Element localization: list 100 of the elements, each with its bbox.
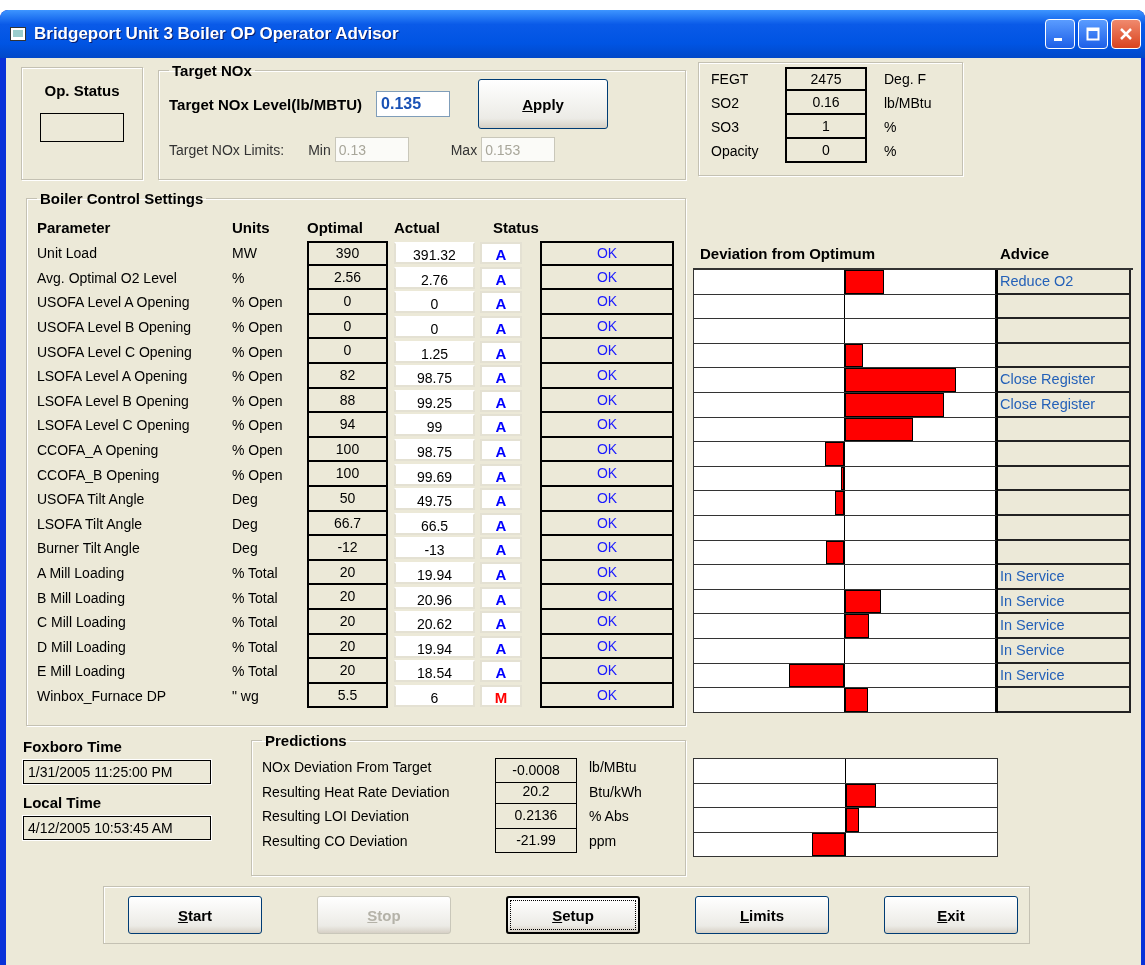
reading-unit: Deg. F xyxy=(884,71,926,87)
optimal-value: 100 xyxy=(307,437,388,463)
optimal-value: 2.56 xyxy=(307,265,388,291)
prediction-label: NOx Deviation From Target xyxy=(262,759,433,776)
reading-label: FEGT xyxy=(711,71,750,87)
target-level-field[interactable]: 0.135 xyxy=(376,91,451,117)
prediction-unit: lb/MBtu xyxy=(589,759,637,776)
window-icon xyxy=(10,27,26,41)
optimal-value: 66.7 xyxy=(307,511,388,537)
units-text: % Total xyxy=(232,638,279,655)
advice-text: In Service xyxy=(1000,568,1065,585)
actual-value: 49.75 xyxy=(394,488,475,511)
actual-value: 20.96 xyxy=(394,586,475,609)
units-text: % Total xyxy=(232,589,279,606)
prediction-value: -21.99 xyxy=(495,828,577,853)
prediction-label: Resulting LOI Deviation xyxy=(262,808,411,825)
status-value: OK xyxy=(540,585,674,610)
actual-value: 2.76 xyxy=(394,266,475,289)
status-value: OK xyxy=(540,339,674,364)
optimal-value: 100 xyxy=(307,462,388,487)
status-value: OK xyxy=(540,536,674,561)
mode-indicator: A xyxy=(480,611,522,634)
advice-text: In Service xyxy=(1000,641,1065,658)
time-value: 4/12/2005 10:53:45 AM xyxy=(23,816,211,840)
units-text: MW xyxy=(232,245,258,262)
optimal-value: 20 xyxy=(307,659,388,684)
prediction-unit: % Abs xyxy=(589,808,629,825)
action-button[interactable]: Setup xyxy=(506,896,640,934)
parameter-name: B Mill Loading xyxy=(37,589,126,606)
action-button[interactable]: Exit xyxy=(884,896,1018,934)
status-value: OK xyxy=(540,659,674,684)
status-value: OK xyxy=(540,634,674,660)
mode-indicator: A xyxy=(480,242,522,265)
status-value: OK xyxy=(540,560,674,586)
status-value: OK xyxy=(540,314,674,340)
parameter-name: A Mill Loading xyxy=(37,565,126,581)
status-value: OK xyxy=(540,462,674,487)
parameter-name: LSOFA Level C Opening xyxy=(37,417,191,434)
parameter-name: Winbox_Furnace DP xyxy=(37,688,168,704)
reading-value: 0.16 xyxy=(785,91,867,115)
column-header: Actual xyxy=(394,218,441,236)
minimize-button[interactable] xyxy=(1045,19,1075,49)
mode-indicator: A xyxy=(480,291,522,314)
optimal-value: 94 xyxy=(307,413,388,438)
status-value: OK xyxy=(540,413,674,438)
close-button[interactable] xyxy=(1111,19,1141,49)
column-header: Optimal xyxy=(307,218,364,236)
actual-value: 0 xyxy=(394,316,475,339)
time-value: 1/31/2005 11:25:00 PM xyxy=(23,760,211,784)
status-value: OK xyxy=(540,511,674,537)
units-text: % Open xyxy=(232,392,284,409)
mode-indicator: A xyxy=(480,537,522,560)
action-button[interactable]: Limits xyxy=(695,896,829,934)
target-level-label: Target NOx Level(lb/MBTU) xyxy=(169,95,363,113)
reading-unit: % xyxy=(884,143,897,159)
units-text: % Open xyxy=(232,343,284,360)
mode-indicator: A xyxy=(480,488,522,511)
units-text: Deg xyxy=(232,515,259,532)
parameter-name: D Mill Loading xyxy=(37,638,127,655)
actual-value: 6 xyxy=(394,685,475,707)
units-text: % Open xyxy=(232,319,284,336)
units-text: % xyxy=(232,269,246,286)
prediction-unit: ppm xyxy=(589,832,617,849)
status-value: OK xyxy=(540,486,674,512)
prediction-label: Resulting Heat Rate Deviation xyxy=(262,783,451,800)
parameter-name: E Mill Loading xyxy=(37,663,126,680)
minimize-icon xyxy=(1054,37,1062,41)
actual-value: 98.75 xyxy=(394,365,475,388)
status-value: OK xyxy=(540,290,674,315)
reading-unit: lb/MBtu xyxy=(884,95,932,111)
mode-indicator: A xyxy=(480,512,522,535)
optimal-value: 50 xyxy=(307,486,388,512)
group-title: Boiler Control Settings xyxy=(39,190,205,207)
units-text: % Open xyxy=(232,294,284,311)
actual-value: 99.69 xyxy=(394,463,475,486)
parameter-name: USOFA Level A Opening xyxy=(37,294,191,311)
apply-button[interactable]: Apply xyxy=(478,79,609,129)
actual-value: 99 xyxy=(394,414,475,437)
column-header: Status xyxy=(493,218,539,236)
actual-value: -13 xyxy=(394,537,475,560)
optimal-value: 82 xyxy=(307,363,388,389)
optimal-value: 20 xyxy=(307,609,388,635)
reading-unit: % xyxy=(884,119,897,135)
parameter-name: Burner Tilt Angle xyxy=(37,540,141,557)
prediction-unit: Btu/kWh xyxy=(589,783,642,800)
actual-value: 1.25 xyxy=(394,340,475,363)
close-icon xyxy=(1119,27,1133,41)
units-text: % Total xyxy=(232,614,279,631)
maximize-button[interactable] xyxy=(1078,19,1108,49)
parameter-name: C Mill Loading xyxy=(37,614,127,631)
time-label: Foxboro Time xyxy=(23,738,122,757)
optimal-value: 0 xyxy=(307,290,388,315)
actual-value: 98.75 xyxy=(394,439,475,462)
mode-indicator: A xyxy=(480,414,522,437)
units-text: % Total xyxy=(232,565,279,581)
reading-value: 2475 xyxy=(785,67,867,91)
prediction-value: -0.0008 xyxy=(495,758,577,783)
reading-label: Opacity xyxy=(711,143,760,159)
action-button[interactable]: Start xyxy=(128,896,262,934)
units-text: % Open xyxy=(232,368,284,385)
